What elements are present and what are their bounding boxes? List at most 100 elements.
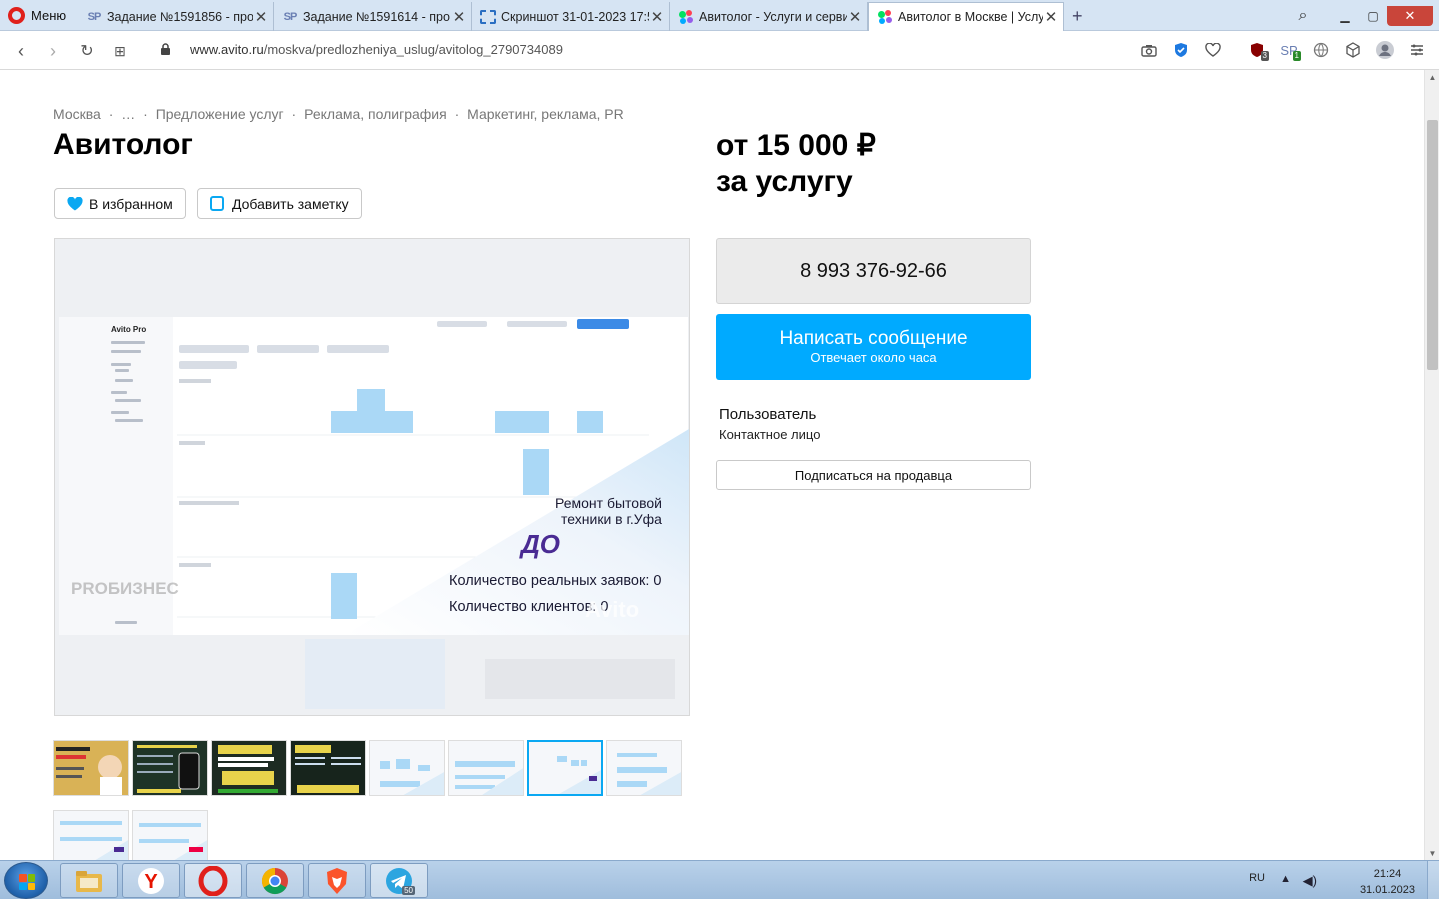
thumbnail[interactable] <box>132 740 208 796</box>
ublock-count: 3 <box>1260 51 1269 61</box>
scroll-down-icon[interactable]: ▼ <box>1425 846 1439 860</box>
thumbnail-image <box>54 811 128 860</box>
image-headline: Ремонт бытовой техники в г.Уфа <box>555 495 662 527</box>
taskbar-opera[interactable] <box>184 863 242 898</box>
favorite-label: В избранном <box>89 195 173 212</box>
write-message-button[interactable]: Написать сообщение Отвечает около часа <box>716 314 1031 380</box>
main-image[interactable]: Avito Pro Ремонт бытовой техники в г.Уфа… <box>54 238 690 716</box>
tab-avitolog-moscow[interactable]: Авитолог в Москве | Услуг ✕ <box>868 2 1064 31</box>
close-icon[interactable]: ✕ <box>451 8 467 26</box>
page-content: Москва · … · Предложение услуг · Реклама… <box>0 70 1424 860</box>
note-icon <box>210 196 224 211</box>
thumbnail-image <box>449 741 523 795</box>
menu-label: Меню <box>31 8 67 23</box>
breadcrumb-item[interactable]: Реклама, полиграфия <box>304 106 447 122</box>
speed-dial-icon[interactable]: ⊞ <box>109 40 131 62</box>
profile-avatar-icon[interactable] <box>1375 39 1395 61</box>
tab-title: Авитолог - Услуги и серви <box>699 9 847 24</box>
new-tab-icon[interactable]: + <box>1072 6 1083 27</box>
extensions-cube-icon[interactable] <box>1343 39 1363 61</box>
taskbar-yandex[interactable]: Y <box>122 863 180 898</box>
close-icon[interactable]: ✕ <box>253 8 269 26</box>
ublock-icon[interactable]: 3 <box>1247 39 1269 61</box>
clock[interactable]: 21:24 31.01.2023 <box>1360 866 1415 898</box>
image-overlay-gradient <box>55 429 689 715</box>
show-phone-button[interactable]: 8 993 376-92-66 <box>716 238 1031 304</box>
seller-name[interactable]: Пользователь <box>719 406 816 423</box>
windows-logo-icon <box>19 874 35 890</box>
taskbar-telegram[interactable]: 50 <box>370 863 428 898</box>
breadcrumb-item[interactable]: Москва <box>53 106 101 122</box>
tab-task-1591614[interactable]: SP Задание №1591614 - про ✕ <box>274 2 472 31</box>
clock-date: 31.01.2023 <box>1359 884 1415 896</box>
shield-icon[interactable] <box>1171 39 1191 61</box>
reload-icon[interactable]: ↻ <box>76 40 98 62</box>
tab-task-1591856[interactable]: SP Задание №1591856 - про ✕ <box>78 2 274 31</box>
thumbnail[interactable] <box>53 740 129 796</box>
heart-icon <box>67 196 83 210</box>
write-message-label: Написать сообщение <box>779 328 968 349</box>
taskbar-brave[interactable] <box>308 863 366 898</box>
search-tabs-icon[interactable]: ⌕ <box>1289 6 1317 26</box>
scroll-up-icon[interactable]: ▲ <box>1425 70 1439 84</box>
thumbnail[interactable] <box>290 740 366 796</box>
close-icon[interactable]: ✕ <box>847 8 863 26</box>
thumbnail[interactable] <box>53 810 129 860</box>
price: от 15 000 ₽ за услугу <box>716 128 876 200</box>
subscribe-label: Подписаться на продавца <box>794 467 953 483</box>
breadcrumb-separator: · <box>291 106 297 122</box>
show-hidden-icons-icon[interactable]: ▲ <box>1280 873 1291 885</box>
sp-extension-icon[interactable]: SP 1 <box>1279 39 1301 61</box>
add-note-button[interactable]: Добавить заметку <box>197 188 362 219</box>
avito-icon <box>678 9 694 25</box>
address-bar: ‹ › ↻ ⊞ www.avito.ru/moskva/predlozheniy… <box>0 31 1439 70</box>
tab-avitolog-services[interactable]: Авитолог - Услуги и серви ✕ <box>670 2 868 31</box>
thumbnail-image <box>133 741 207 795</box>
url-field[interactable]: www.avito.ru/moskva/predlozheniya_uslug/… <box>190 42 563 57</box>
tab-screenshot[interactable]: Скриншот 31-01-2023 17:5 ✕ <box>472 2 670 31</box>
breadcrumb-item[interactable]: … <box>121 106 135 122</box>
brave-icon <box>327 867 347 894</box>
camera-icon[interactable] <box>1139 39 1159 61</box>
price-amount: от 15 000 ₽ <box>716 129 876 162</box>
thumbnail[interactable] <box>369 740 445 796</box>
url-host: www.avito.ru <box>190 42 264 57</box>
taskbar-explorer[interactable] <box>60 863 118 898</box>
thumbnail[interactable] <box>448 740 524 796</box>
tab-title: Задание №1591614 - про <box>303 9 450 24</box>
close-icon[interactable]: ✕ <box>1043 8 1059 26</box>
easy-setup-icon[interactable] <box>1407 39 1427 61</box>
taskbar-chrome[interactable] <box>246 863 304 898</box>
back-icon[interactable]: ‹ <box>10 40 32 62</box>
thumbnail[interactable] <box>211 740 287 796</box>
probiznes-watermark: PROБИЗНЕС <box>71 579 179 598</box>
close-icon[interactable]: ✕ <box>649 8 665 26</box>
volume-icon[interactable]: ◀) <box>1303 873 1317 889</box>
heart-icon[interactable] <box>1203 39 1223 61</box>
breadcrumb-item[interactable]: Маркетинг, реклама, PR <box>467 106 624 122</box>
language-indicator[interactable]: RU <box>1249 872 1265 884</box>
breadcrumb-separator: · <box>454 106 460 122</box>
sp-count: 1 <box>1292 51 1301 61</box>
vpn-globe-icon[interactable] <box>1311 39 1331 61</box>
show-desktop-button[interactable] <box>1427 861 1439 899</box>
thumbnail-image <box>212 741 286 795</box>
thumbnail-selected[interactable] <box>527 740 603 796</box>
browser-tab-strip: Меню SP Задание №1591856 - про ✕ SP Зада… <box>0 0 1439 31</box>
forward-icon[interactable]: › <box>42 40 64 62</box>
thumbnail[interactable] <box>132 810 208 860</box>
lock-icon[interactable] <box>160 43 171 55</box>
page-scrollbar[interactable]: ▲ ▼ <box>1424 70 1439 860</box>
minimize-button[interactable]: ▁ <box>1331 6 1359 26</box>
opera-menu-button[interactable]: Меню <box>0 0 76 31</box>
breadcrumb-item[interactable]: Предложение услуг <box>156 106 284 122</box>
subscribe-seller-button[interactable]: Подписаться на продавца <box>716 460 1031 490</box>
close-window-button[interactable]: ✕ <box>1387 5 1433 26</box>
scrollbar-thumb[interactable] <box>1427 120 1438 370</box>
maximize-button[interactable]: ▢ <box>1359 6 1387 26</box>
favorite-button[interactable]: В избранном <box>54 188 186 219</box>
yandex-browser-icon: Y <box>138 867 164 894</box>
thumbnail[interactable] <box>606 740 682 796</box>
start-button[interactable] <box>4 862 48 899</box>
thumbnail-image <box>133 811 207 860</box>
